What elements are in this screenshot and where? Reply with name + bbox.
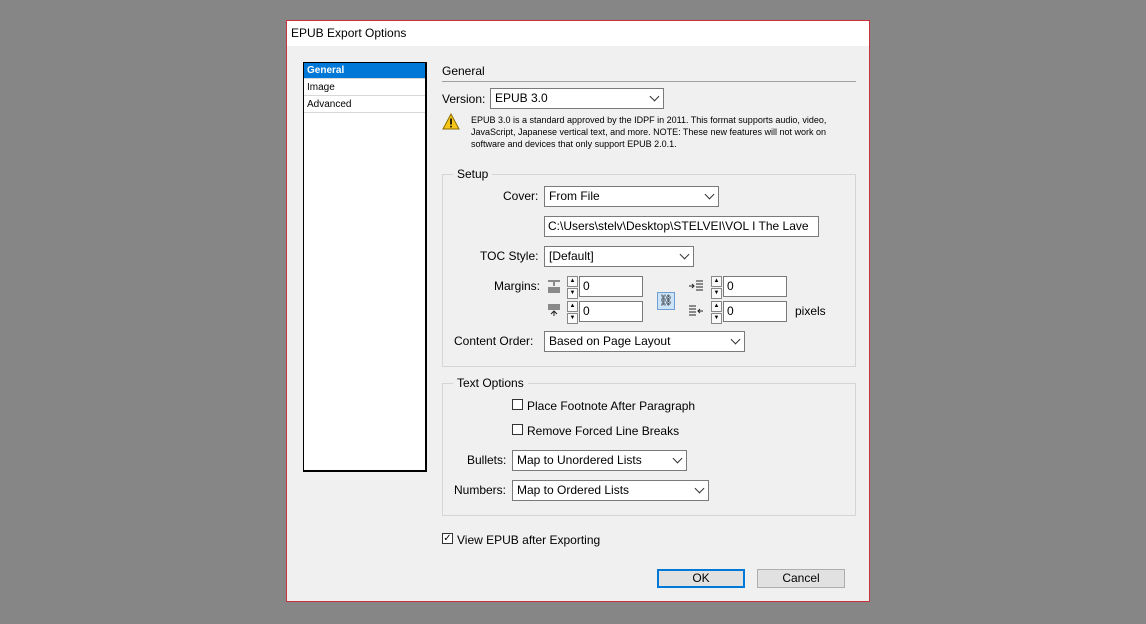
view-epub-checkbox[interactable]: ✓ <box>442 533 453 544</box>
chevron-down-icon <box>694 483 705 494</box>
epub-export-dialog: EPUB Export Options General Image Advanc… <box>286 20 870 602</box>
section-title: General <box>442 64 485 78</box>
text-options-legend: Text Options <box>453 376 528 390</box>
bullets-select[interactable]: Map to Unordered Lists <box>512 450 687 471</box>
toc-style-select[interactable]: [Default] <box>544 246 694 267</box>
forced-breaks-checkbox[interactable] <box>512 424 523 435</box>
margin-left-icon <box>689 280 703 291</box>
margin-bottom-field[interactable]: 0 <box>579 301 643 322</box>
version-note: EPUB 3.0 is a standard approved by the I… <box>471 115 827 149</box>
margin-bottom-icon <box>548 304 560 316</box>
footnote-checkbox[interactable] <box>512 399 523 410</box>
cover-label: Cover: <box>503 189 539 203</box>
warning-icon <box>442 113 460 130</box>
margin-bottom-stepper[interactable]: ▲ ▼ <box>567 301 578 324</box>
view-epub-label[interactable]: View EPUB after Exporting <box>457 533 600 547</box>
margin-right-icon <box>689 305 703 316</box>
toc-style-label: TOC Style: <box>480 249 539 263</box>
cover-path-field[interactable]: C:\Users\stelv\Desktop\STELVEI\VOL I The… <box>544 216 819 237</box>
ok-button[interactable]: OK <box>657 569 745 588</box>
margin-left-stepper[interactable]: ▲ ▼ <box>711 276 722 299</box>
margin-top-stepper[interactable]: ▲ ▼ <box>567 276 578 299</box>
version-select[interactable]: EPUB 3.0 <box>490 88 664 109</box>
chevron-down-icon <box>679 249 690 260</box>
bullets-label: Bullets: <box>467 453 507 467</box>
section-divider <box>442 81 856 82</box>
cancel-button[interactable]: Cancel <box>757 569 845 588</box>
margin-top-icon <box>548 280 560 293</box>
setup-legend: Setup <box>453 167 493 181</box>
window-title: EPUB Export Options <box>291 26 407 40</box>
chevron-down-icon <box>730 334 741 345</box>
margin-unit-label: pixels <box>795 304 826 318</box>
chevron-down-icon <box>649 91 660 102</box>
category-item-image[interactable]: Image <box>304 80 425 96</box>
category-list[interactable]: General Image Advanced <box>303 62 427 472</box>
margin-left-field[interactable]: 0 <box>723 276 787 297</box>
content-order-label: Content Order: <box>454 334 534 348</box>
margins-label: Margins: <box>494 279 541 293</box>
link-margins-icon[interactable]: ⛓ <box>657 292 675 310</box>
margin-top-field[interactable]: 0 <box>579 276 643 297</box>
margin-right-stepper[interactable]: ▲ ▼ <box>711 301 722 324</box>
content-order-select[interactable]: Based on Page Layout <box>544 331 745 352</box>
title-bar[interactable]: EPUB Export Options <box>287 21 869 46</box>
chevron-down-icon <box>672 453 683 464</box>
category-item-general[interactable]: General <box>304 63 425 79</box>
version-label: Version: <box>442 92 486 106</box>
numbers-label: Numbers: <box>454 483 507 497</box>
footnote-label[interactable]: Place Footnote After Paragraph <box>527 399 695 413</box>
numbers-select[interactable]: Map to Ordered Lists <box>512 480 709 501</box>
chevron-down-icon <box>704 189 715 200</box>
category-item-advanced[interactable]: Advanced <box>304 97 425 113</box>
forced-breaks-label[interactable]: Remove Forced Line Breaks <box>527 424 679 438</box>
cover-select[interactable]: From File <box>544 186 719 207</box>
margin-right-field[interactable]: 0 <box>723 301 787 322</box>
